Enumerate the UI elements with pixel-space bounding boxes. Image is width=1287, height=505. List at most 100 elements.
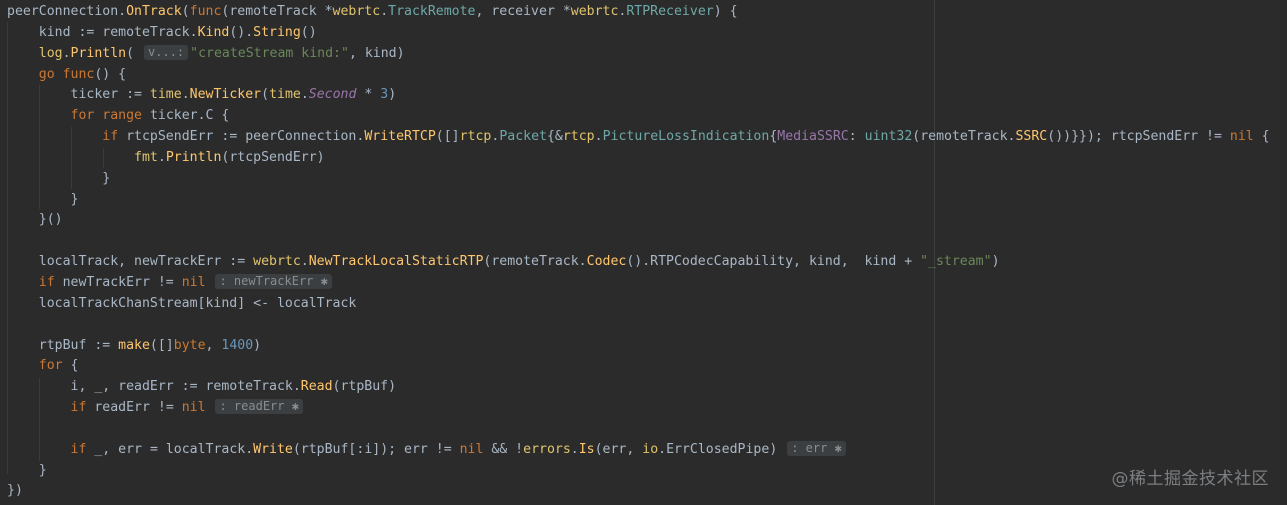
code-line[interactable]: ticker := time.NewTicker(time.Second * 3… [7,85,1270,106]
code-line[interactable]: for range ticker.C { [7,106,1270,127]
keyword-token: func [189,4,222,19]
code-text: peerConnection. [7,4,127,19]
package-token: webrtc [570,4,619,19]
code-text: () [300,24,317,40]
constant-token: Second [308,87,357,103]
keyword-token: if [70,400,87,416]
code-line[interactable] [7,315,1270,336]
inlay-hint[interactable]: v...: [144,44,189,60]
code-line[interactable]: } [7,461,1270,482]
code-line[interactable]: fmt.Println(rtcpSendErr) [7,148,1270,169]
code-text: . [570,441,579,457]
type-token: RTPReceiver [626,4,714,19]
code-text: } [7,462,47,478]
code-text: ) [388,87,397,103]
inlay-hint[interactable]: : err ✱ [787,440,846,456]
code-text: (). [229,24,254,40]
code-text: kind := remoteTrack. [7,24,198,40]
code-line[interactable]: kind := remoteTrack.Kind().String() [7,23,1270,44]
code-text: ().RTPCodecCapability, kind, kind + [626,254,921,270]
code-text: . [658,441,667,457]
keyword-token: for [38,358,63,374]
code-text: && ! [483,441,524,457]
code-text: ( [261,87,270,103]
package-token: time [149,87,182,103]
code-text: . [300,87,309,103]
inlay-hint[interactable]: : readErr ✱ [215,399,303,415]
code-text: { [1253,129,1270,145]
package-token: rtcp [459,129,492,145]
code-text: } [7,170,111,186]
code-text: localTrack, newTrackErr := [7,254,254,270]
code-text: , [205,337,222,353]
code-text: readErr != [86,400,182,416]
code-text: ) [253,337,262,353]
function-token: WriteRTCP [364,129,436,145]
function-token: SSRC [1015,129,1048,145]
code-text: . [181,87,190,103]
function-token: Read [300,379,333,395]
code-text: . [157,149,166,165]
type-token: uint32 [864,129,913,145]
code-line[interactable]: peerConnection.OnTrack(func(remoteTrack … [7,2,1270,23]
keyword-token: nil [181,400,206,416]
code-text: (remoteTrack * [221,4,333,19]
code-line[interactable]: if readErr != nil : readErr ✱ [7,398,1270,419]
code-text: }() [7,212,63,228]
package-token: errors [523,441,571,457]
type-token: Packet [499,129,547,145]
code-line[interactable]: i, _, readErr := remoteTrack.Read(rtpBuf… [7,377,1270,398]
code-text: () { [94,66,127,82]
code-line[interactable]: if _, err = localTrack.Write(rtpBuf[:i])… [7,440,1270,461]
watermark: @稀土掘金技术社区 [1111,469,1269,489]
code-text: } [7,191,79,207]
code-text: (remoteTrack. [912,129,1016,145]
code-text: (remoteTrack. [483,254,587,270]
code-line[interactable]: localTrack, newTrackErr := webrtc.NewTra… [7,252,1270,273]
code-line[interactable] [7,231,1270,252]
code-text: . [62,45,71,61]
function-token: Codec [586,254,627,270]
code-text: . [300,254,309,270]
code-text: ())}}); rtcpSendErr != [1047,129,1230,145]
type-token: TrackRemote [388,4,476,19]
code-line[interactable]: }) [7,481,1270,502]
code-text: (rtpBuf) [332,379,397,395]
code-text: ( [126,45,143,61]
code-line[interactable]: go func() { [7,65,1270,86]
package-token: webrtc [253,254,301,270]
code-line[interactable]: rtpBuf := make([]byte, 1400) [7,336,1270,357]
code-line[interactable]: localTrackChanStream[kind] <- localTrack [7,294,1270,315]
code-area[interactable]: peerConnection.OnTrack(func(remoteTrack … [7,2,1270,502]
number-token: 1400 [221,337,254,353]
package-token: rtcp [562,129,595,145]
code-editor[interactable]: peerConnection.OnTrack(func(remoteTrack … [0,0,1287,505]
code-line[interactable]: } [7,169,1270,190]
code-text: . [380,4,389,19]
code-text: {& [546,129,563,145]
code-line[interactable]: if rtcpSendErr := peerConnection.WriteRT… [7,127,1270,148]
package-token: fmt [134,149,158,165]
code-line[interactable]: } [7,190,1270,211]
code-text: localTrackChanStream[kind] <- localTrack [7,295,357,311]
code-text: { [62,358,79,374]
keyword-token: nil [1229,129,1254,145]
code-line[interactable]: if newTrackErr != nil : newTrackErr ✱ [7,273,1270,294]
code-text: . [594,129,603,145]
code-text: (rtcpSendErr) [221,149,325,165]
code-text: ) { [713,4,738,19]
inlay-hint[interactable]: : newTrackErr ✱ [215,273,332,289]
keyword-token: nil [181,274,206,290]
function-token: String [253,24,301,40]
code-line[interactable]: }() [7,210,1270,231]
code-text: (rtpBuf[:i]); err != [292,441,460,457]
code-line[interactable]: log.Println( v...: "createStream kind:", … [7,44,1270,65]
keyword-token: for range [70,108,142,124]
code-line[interactable] [7,419,1270,440]
code-line[interactable]: for { [7,356,1270,377]
